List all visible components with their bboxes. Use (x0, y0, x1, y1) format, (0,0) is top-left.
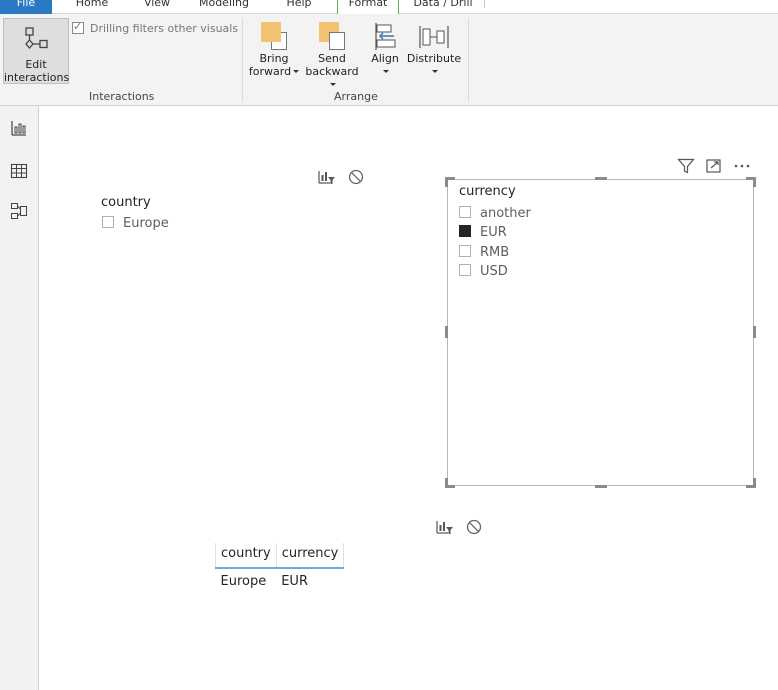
view-rail (0, 106, 39, 690)
resize-handle[interactable] (445, 177, 448, 187)
interactions-group-label: Interactions (89, 90, 155, 103)
checkbox-box[interactable]: ✓ (72, 20, 84, 34)
slicer-item-label: RMB (480, 245, 510, 260)
resize-handle[interactable] (595, 485, 607, 488)
resize-handle[interactable] (753, 177, 756, 187)
distribute-icon (419, 26, 449, 48)
resize-handle[interactable] (753, 326, 756, 338)
drilling-filters-checkbox[interactable]: ✓ Drilling filters other visuals (72, 20, 239, 35)
chevron-down-icon (383, 70, 389, 73)
group-separator (468, 18, 469, 102)
chevron-down-icon (432, 70, 438, 73)
align-button[interactable]: Align (368, 20, 402, 78)
tab-home[interactable]: Home (74, 0, 110, 14)
edit-interactions-label-1: Edit (25, 58, 47, 71)
slicer-checkbox[interactable] (459, 206, 471, 218)
distribute-button[interactable]: Distribute (406, 20, 462, 78)
more-options-icon[interactable] (733, 158, 751, 174)
data-view-icon[interactable] (10, 162, 28, 180)
arrange-group-label: Arrange (334, 90, 378, 103)
tab-format[interactable]: Format (337, 0, 399, 15)
chevron-down-icon (330, 83, 336, 86)
tab-modeling[interactable]: Modeling (196, 0, 252, 14)
bring-forward-label-1: Bring (259, 52, 289, 65)
edit-interactions-icon (25, 27, 48, 49)
table-cell: Europe (220, 574, 267, 589)
slicer-item-label: USD (480, 264, 508, 279)
table-header-country[interactable]: country (215, 543, 277, 569)
filter-interaction-icon[interactable] (436, 519, 454, 535)
send-backward-label-2: backward (305, 65, 359, 78)
filter-icon[interactable] (677, 158, 695, 174)
group-separator (242, 18, 243, 102)
format-ribbon: Edit interactions ✓ Drilling filters othe… (0, 14, 778, 106)
resize-handle[interactable] (445, 326, 448, 338)
country-slicer-interaction-icons (318, 169, 364, 185)
country-slicer-title: country (101, 195, 151, 210)
send-backward-button[interactable]: Send backward (302, 20, 362, 91)
edit-interactions-label-2: interactions (4, 71, 70, 84)
send-backward-icon (317, 20, 347, 52)
tab-help[interactable]: Help (284, 0, 314, 14)
filter-interaction-icon[interactable] (318, 169, 336, 185)
drilling-filters-label: Drilling filters other visuals (90, 22, 239, 35)
resize-handle[interactable] (595, 177, 607, 180)
data-table[interactable]: country currency Europe EUR (215, 543, 345, 594)
resize-handle[interactable] (445, 478, 448, 488)
bring-forward-button[interactable]: Bring forward (248, 20, 300, 78)
model-view-icon[interactable] (10, 202, 28, 220)
currency-slicer-title: currency (459, 184, 516, 199)
none-interaction-icon[interactable] (466, 519, 482, 535)
resize-handle[interactable] (753, 478, 756, 488)
slicer-checkbox[interactable] (459, 264, 471, 276)
distribute-label: Distribute (406, 52, 462, 65)
currency-slicer-header-icons (677, 158, 751, 174)
slicer-checkbox[interactable] (459, 245, 471, 257)
ribbon-tab-bar: File Home View Modeling Help Format Data… (0, 0, 778, 15)
tab-divider (484, 0, 485, 8)
slicer-checkbox-selected[interactable] (459, 225, 471, 237)
edit-interactions-button[interactable]: Edit interactions (3, 18, 69, 84)
tab-file[interactable]: File (0, 0, 52, 14)
currency-slicer-item[interactable]: RMB (459, 245, 509, 260)
country-slicer-item[interactable]: Europe (102, 216, 169, 231)
table-cell: EUR (281, 574, 308, 589)
report-view-icon[interactable] (10, 119, 28, 137)
currency-slicer-item[interactable]: EUR (459, 225, 507, 240)
chevron-down-icon (293, 70, 300, 73)
table-row[interactable]: Europe EUR (216, 568, 344, 594)
align-label: Align (371, 52, 399, 65)
tab-data-drill[interactable]: Data / Drill (412, 0, 474, 14)
bring-forward-label-2: forward (248, 65, 292, 78)
focus-mode-icon[interactable] (705, 158, 723, 174)
currency-slicer-item[interactable]: another (459, 206, 531, 221)
slicer-checkbox[interactable] (102, 216, 114, 228)
table-header-currency[interactable]: currency (275, 543, 345, 569)
bring-forward-icon (259, 20, 289, 52)
send-backward-label-1: Send (318, 52, 346, 65)
checkmark-icon: ✓ (73, 20, 83, 33)
tab-view[interactable]: View (140, 0, 174, 14)
align-icon (375, 23, 396, 50)
currency-slicer-item[interactable]: USD (459, 264, 508, 279)
slicer-item-label: another (480, 206, 531, 221)
table-header-row: country currency (215, 543, 345, 569)
table-interaction-icons (436, 519, 482, 535)
none-interaction-icon[interactable] (348, 169, 364, 185)
slicer-item-label: EUR (480, 225, 507, 240)
slicer-item-label: Europe (123, 216, 169, 231)
